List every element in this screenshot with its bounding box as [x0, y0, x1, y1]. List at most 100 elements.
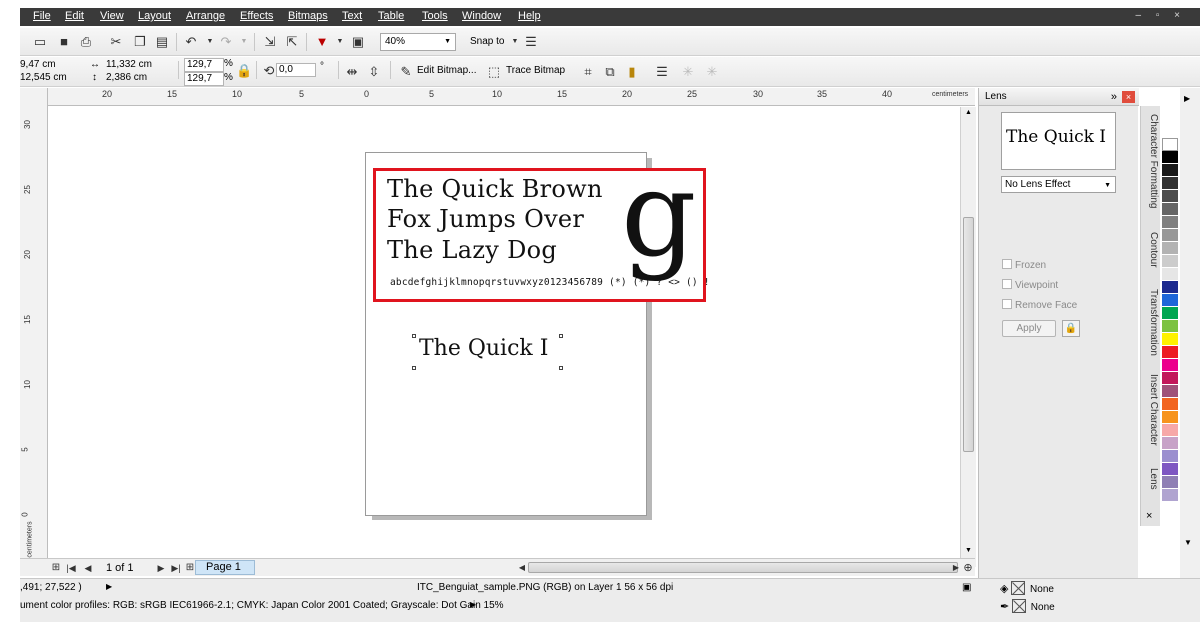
palette-swatch[interactable] [1162, 242, 1178, 255]
palette-swatch[interactable] [1162, 489, 1178, 502]
redo-icon[interactable]: ↷ [218, 34, 234, 50]
undo-dropdown-icon[interactable]: ▼ [202, 34, 218, 50]
palette-swatch[interactable] [1162, 203, 1178, 216]
tab-transformation[interactable]: Transformation [1143, 289, 1159, 356]
zoom-level-select[interactable]: 40% ▼ [380, 33, 456, 51]
palette-swatch[interactable] [1162, 450, 1178, 463]
frozen-checkbox-box[interactable] [1002, 259, 1012, 269]
break-apart-icon[interactable]: ✳ [704, 64, 720, 80]
viewpoint-checkbox-box[interactable] [1002, 279, 1012, 289]
add-page-icon[interactable]: ⊞ [48, 560, 64, 576]
cut-icon[interactable]: ✂ [108, 34, 124, 50]
palette-swatch[interactable] [1162, 268, 1178, 281]
tab-insert-character[interactable]: Insert Character [1143, 374, 1159, 446]
lock-ratio-icon[interactable]: 🔒 [236, 63, 252, 79]
scale-y-input[interactable]: 129,7 [184, 72, 224, 86]
welcome-screen-icon[interactable]: ▣ [350, 34, 366, 50]
object-x-position[interactable]: 9,47 cm [20, 59, 56, 70]
vertical-scrollbar[interactable]: ▲ ▼ [960, 107, 976, 567]
palette-swatch[interactable] [1162, 346, 1178, 359]
horizontal-ruler[interactable]: 20 15 10 5 0 5 10 15 20 25 30 35 40 cent… [20, 88, 975, 106]
status-arrow-icon[interactable]: ▶ [106, 582, 112, 591]
menu-edit[interactable]: Edit [65, 10, 84, 22]
frozen-checkbox[interactable]: Frozen [1002, 259, 1046, 271]
outline-indicator[interactable]: ✒ None [1000, 599, 1055, 613]
palette-swatch[interactable] [1162, 424, 1178, 437]
palette-swatch[interactable] [1162, 463, 1178, 476]
palette-swatch[interactable] [1162, 216, 1178, 229]
menu-effects[interactable]: Effects [240, 10, 273, 22]
edit-bitmap-button[interactable]: Edit Bitmap... [417, 65, 476, 76]
scale-x-input[interactable]: 129,7 [184, 58, 224, 72]
first-page-icon[interactable]: |◀ [63, 560, 79, 576]
zoom-navigator-icon[interactable]: ⊕ [960, 560, 976, 576]
palette-swatch[interactable] [1162, 372, 1178, 385]
open-icon[interactable]: ▭ [32, 34, 48, 50]
resample-icon[interactable]: ⧉ [602, 64, 618, 80]
palette-swatch[interactable] [1162, 359, 1178, 372]
snap-to-button[interactable]: Snap to [470, 36, 504, 47]
palette-swatch[interactable] [1162, 294, 1178, 307]
menu-help[interactable]: Help [518, 10, 541, 22]
selection-handle[interactable] [559, 334, 563, 338]
palette-swatch[interactable] [1162, 281, 1178, 294]
fill-indicator[interactable]: ◈ None [1000, 581, 1054, 595]
selection-handle[interactable] [412, 366, 416, 370]
tab-lens[interactable]: Lens [1143, 468, 1159, 490]
save-icon[interactable]: ■ [56, 34, 72, 50]
menu-bitmaps[interactable]: Bitmaps [288, 10, 328, 22]
copy-icon[interactable]: ❐ [132, 34, 148, 50]
palette-swatch[interactable] [1162, 476, 1178, 489]
convert-to-bitmap-icon[interactable]: ✳ [680, 64, 696, 80]
palette-swatch[interactable] [1162, 437, 1178, 450]
wrap-text-icon[interactable]: ☰ [654, 64, 670, 80]
object-y-position[interactable]: 12,545 cm [20, 72, 67, 83]
palette-scroll-up-icon[interactable]: ▶ [1184, 94, 1190, 103]
mirror-vertical-icon[interactable]: ⇳ [366, 64, 382, 80]
page-tab[interactable]: Page 1 [195, 560, 255, 575]
crop-bitmap-icon[interactable]: ⌗ [580, 64, 596, 80]
color-profiles[interactable]: ument color profiles: RGB: sRGB IEC61966… [20, 600, 504, 611]
mirror-horizontal-icon[interactable]: ⇹ [344, 64, 360, 80]
lock-icon[interactable]: 🔒 [1062, 320, 1080, 337]
palette-swatch[interactable] [1162, 398, 1178, 411]
scroll-up-icon[interactable]: ▲ [965, 109, 972, 116]
remove-face-checkbox-box[interactable] [1002, 299, 1012, 309]
palette-swatch[interactable] [1162, 190, 1178, 203]
bitmap-color-mask-icon[interactable]: ▮ [624, 64, 640, 80]
bitmap-image[interactable]: The Quick Brown Fox Jumps Over The Lazy … [373, 155, 709, 302]
snap-to-dropdown-icon[interactable]: ▼ [507, 34, 523, 50]
menu-file[interactable]: File [33, 10, 51, 22]
apply-button[interactable]: Apply [1002, 320, 1056, 337]
object-width[interactable]: 11,332 cm [106, 59, 152, 70]
edit-bitmap-icon[interactable]: ✎ [398, 64, 414, 80]
menu-view[interactable]: View [100, 10, 124, 22]
palette-swatch[interactable] [1162, 177, 1178, 190]
scroll-down-icon[interactable]: ▼ [965, 547, 972, 554]
rotation-angle-input[interactable]: 0,0 [276, 63, 316, 77]
menu-layout[interactable]: Layout [138, 10, 171, 22]
menu-table[interactable]: Table [378, 10, 404, 22]
trace-bitmap-button[interactable]: Trace Bitmap [506, 65, 565, 76]
palette-swatch[interactable] [1162, 307, 1178, 320]
menu-tools[interactable]: Tools [422, 10, 448, 22]
redo-dropdown-icon[interactable]: ▼ [236, 34, 252, 50]
palette-swatch[interactable] [1162, 255, 1178, 268]
lens-effect-select[interactable]: No Lens Effect ▼ [1001, 176, 1116, 193]
palette-scroll-down-icon[interactable]: ▼ [1184, 538, 1192, 547]
close-docker-icon[interactable]: × [1122, 91, 1135, 103]
vertical-ruler[interactable]: 30 25 20 15 10 5 0 centimeters [20, 88, 48, 558]
viewpoint-checkbox[interactable]: Viewpoint [1002, 279, 1058, 291]
palette-swatch[interactable] [1162, 151, 1178, 164]
menu-text[interactable]: Text [342, 10, 362, 22]
remove-face-checkbox[interactable]: Remove Face [1002, 299, 1077, 311]
palette-swatch[interactable] [1162, 229, 1178, 242]
selection-handle[interactable] [412, 334, 416, 338]
vertical-scroll-thumb[interactable] [963, 217, 974, 452]
trace-bitmap-icon[interactable]: ⬚ [486, 64, 502, 80]
color-proof-icon[interactable]: ▣ [962, 582, 971, 593]
options-icon[interactable]: ☰ [523, 34, 539, 50]
menu-window[interactable]: Window [462, 10, 501, 22]
print-icon[interactable]: ⎙ [78, 34, 94, 50]
undo-icon[interactable]: ↶ [183, 34, 199, 50]
